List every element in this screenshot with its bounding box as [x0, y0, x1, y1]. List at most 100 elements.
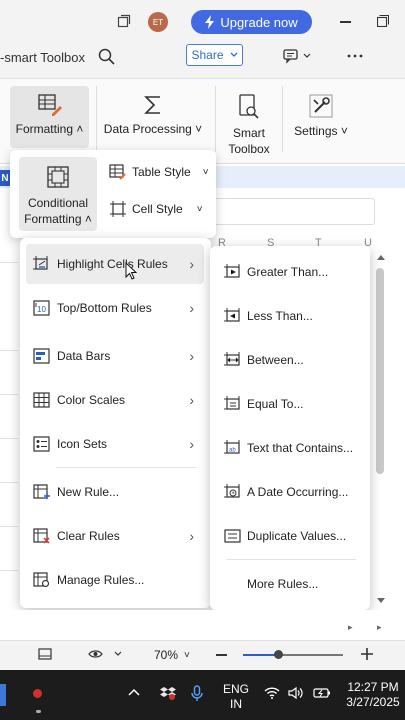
menu-item-highlight-cells-rules[interactable]: Highlight Cells Rules › — [26, 244, 204, 284]
avatar[interactable]: ET — [148, 12, 168, 32]
duplicate-values-icon — [224, 528, 242, 544]
menu-item-label: Highlight Cells Rules — [57, 257, 168, 271]
view-eye-icon[interactable] — [88, 648, 122, 660]
upgrade-button[interactable]: Upgrade now — [191, 10, 312, 34]
status-bar — [0, 640, 405, 670]
smart-toolbox-button[interactable]: Smart Toolbox — [224, 94, 274, 156]
submenu-item-greater-than[interactable]: Greater Than... — [218, 252, 366, 292]
chevron-up-icon[interactable] — [128, 688, 140, 696]
settings-icon — [309, 94, 333, 118]
smart-toolbox-label-1: Smart — [232, 126, 265, 140]
scroll-up-icon[interactable] — [377, 254, 385, 260]
menu-divider — [56, 467, 196, 468]
submenu-item-more-rules[interactable]: More Rules... — [218, 564, 366, 604]
chevron-down-icon — [230, 52, 237, 57]
table-style-button[interactable]: Table Style ˅ — [109, 164, 209, 180]
settings-button[interactable]: Settings ˅ — [291, 94, 351, 138]
menu-item-label: Top/Bottom Rules — [57, 301, 152, 315]
upgrade-label: Upgrade now — [220, 14, 298, 30]
cell-style-icon — [110, 201, 126, 217]
submenu-item-text-contains[interactable]: ab Text that Contains... — [218, 428, 366, 468]
chevron-right-icon: › — [189, 392, 194, 408]
formatting-label: Formatting — [15, 122, 73, 136]
zoom-out-icon[interactable] — [216, 654, 227, 656]
row-divider — [0, 438, 18, 439]
chevron-right-icon: › — [189, 528, 194, 544]
menu-item-manage-rules[interactable]: Manage Rules... — [26, 560, 204, 600]
language-indicator[interactable]: ENG IN — [222, 682, 250, 712]
zoom-slider-thumb[interactable] — [274, 650, 283, 659]
formula-input[interactable] — [212, 198, 375, 225]
menu-item-label: Color Scales — [57, 393, 126, 407]
app-name: -smart Toolbox — [0, 50, 86, 65]
text-contains-icon: ab — [224, 440, 242, 456]
sheet-next-icon[interactable]: ▸ — [348, 622, 353, 633]
microphone-icon[interactable] — [191, 685, 203, 702]
clock[interactable]: 12:27 PM 3/27/2025 — [342, 680, 404, 710]
wifi-icon[interactable] — [264, 687, 280, 699]
app-indicator — [36, 710, 41, 713]
restore-tab-icon[interactable] — [117, 14, 131, 28]
submenu-item-label: Less Than... — [247, 309, 313, 323]
zoom-slider-fill — [243, 654, 278, 656]
taskbar-app-icon[interactable] — [0, 684, 6, 706]
manage-rules-icon — [33, 572, 51, 588]
menu-item-new-rule[interactable]: New Rule... — [26, 472, 204, 512]
zoom-level[interactable]: 70% — [154, 648, 178, 662]
top-bottom-icon: 10 — [33, 300, 51, 316]
formatting-icon — [37, 94, 62, 116]
svg-text:10: 10 — [37, 305, 46, 314]
data-processing-button[interactable]: Data Processing ˅ — [103, 94, 203, 136]
page-view-icon[interactable] — [38, 648, 52, 660]
comment-icon[interactable] — [283, 48, 311, 64]
scroll-down-icon[interactable] — [377, 598, 385, 604]
conditional-formatting-label-2-wrap: Formatting ˄ — [24, 212, 92, 226]
ribbon-divider — [96, 86, 97, 152]
cell-style-label: Cell Style — [132, 202, 183, 216]
submenu-item-date-occurring[interactable]: A Date Occurring... — [218, 472, 366, 512]
smart-toolbox-icon — [239, 94, 259, 119]
submenu-item-label: More Rules... — [247, 577, 319, 591]
vertical-scrollbar[interactable] — [376, 268, 384, 474]
chevron-down-icon[interactable]: ˅ — [184, 650, 190, 661]
date-occurring-icon — [224, 484, 242, 500]
menu-item-label: New Rule... — [57, 485, 120, 499]
color-scales-icon — [33, 392, 51, 408]
submenu-item-less-than[interactable]: Less Than... — [218, 296, 366, 336]
formatting-button[interactable]: Formatting ˄ — [10, 86, 89, 148]
sheet-end-icon[interactable]: ▸ — [377, 622, 382, 633]
submenu-item-duplicate-values[interactable]: Duplicate Values... — [218, 516, 366, 556]
row-divider — [0, 482, 18, 483]
ribbon-divider — [215, 86, 216, 152]
menu-item-clear-rules[interactable]: Clear Rules › — [26, 516, 204, 556]
search-icon[interactable] — [98, 48, 115, 65]
data-processing-label: Data Processing — [103, 122, 192, 136]
submenu-item-equal-to[interactable]: Equal To... — [218, 384, 366, 424]
between-icon — [224, 352, 242, 368]
menu-item-color-scales[interactable]: Color Scales › — [26, 380, 204, 420]
record-icon[interactable] — [33, 689, 42, 698]
maximize-icon[interactable] — [377, 15, 389, 27]
row-divider — [0, 570, 18, 571]
volume-icon[interactable] — [288, 687, 304, 699]
share-button[interactable]: Share — [186, 44, 243, 66]
battery-icon[interactable] — [313, 687, 331, 699]
more-options-icon[interactable] — [347, 54, 363, 58]
greater-than-icon — [224, 264, 242, 280]
dropbox-icon[interactable] — [160, 686, 176, 700]
menu-item-label: Clear Rules — [57, 529, 120, 543]
submenu-item-between[interactable]: Between... — [218, 340, 366, 380]
menu-item-icon-sets[interactable]: Icon Sets › — [26, 424, 204, 464]
menu-item-data-bars[interactable]: Data Bars › — [26, 336, 204, 376]
menu-item-top-bottom-rules[interactable]: 10 Top/Bottom Rules › — [26, 288, 204, 328]
conditional-formatting-button[interactable]: Conditional Formatting ˄ — [19, 157, 97, 231]
zoom-in-icon[interactable] — [361, 648, 373, 660]
cell-style-button[interactable]: Cell Style ˅ — [110, 201, 203, 217]
lightning-icon — [205, 15, 215, 29]
highlight-rules-icon — [33, 256, 51, 272]
new-rule-icon — [33, 484, 51, 500]
row-divider — [0, 350, 18, 351]
menu-item-label: Manage Rules... — [57, 573, 145, 587]
table-style-label: Table Style — [132, 165, 191, 179]
minimize-icon[interactable] — [340, 21, 351, 23]
